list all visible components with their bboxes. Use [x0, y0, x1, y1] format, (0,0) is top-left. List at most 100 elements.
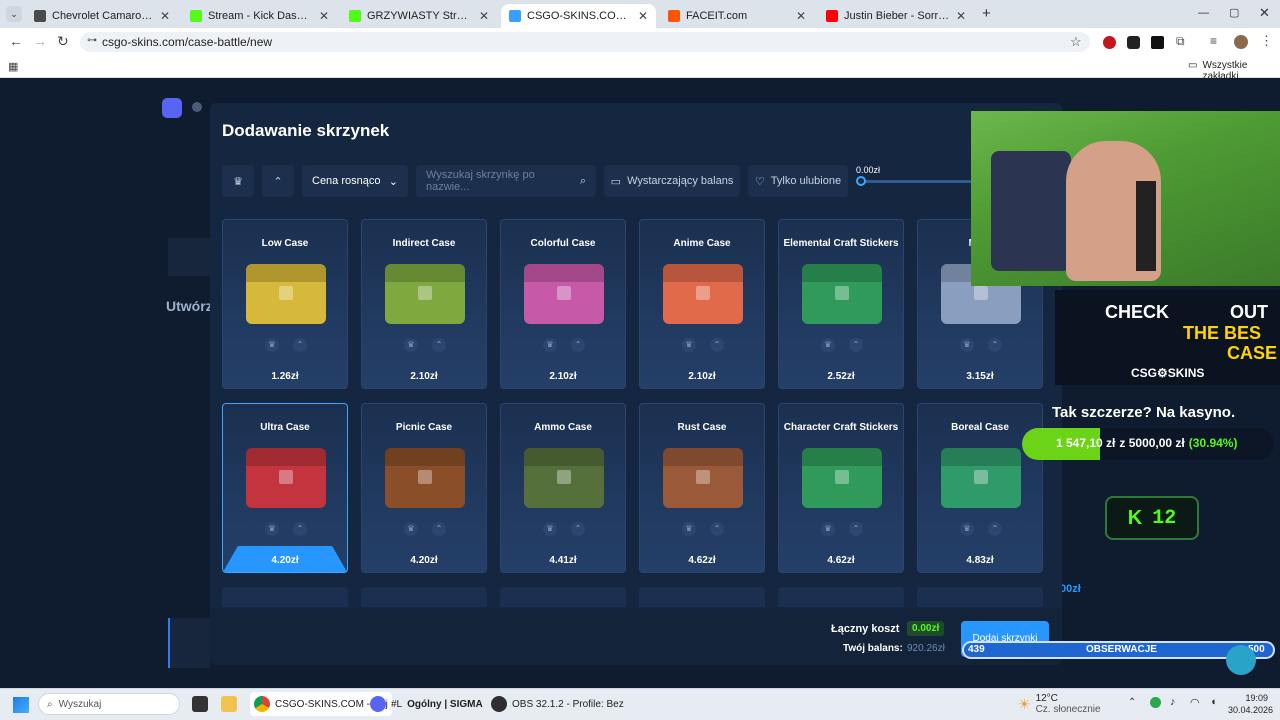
wifi-icon[interactable]: ◠ [1190, 696, 1200, 709]
browser-tab[interactable]: CSGO-SKINS.COM - Najlepsze ✕ [501, 4, 656, 28]
forward-icon[interactable]: → [33, 33, 47, 49]
discord-task-label: #L [391, 698, 403, 710]
minimize-icon[interactable]: — [1198, 7, 1209, 19]
goal-total: z 5000,00 zł [1119, 436, 1185, 450]
chevron-rank-icon: ⌃ [293, 338, 307, 352]
discord-icon[interactable] [162, 98, 182, 118]
stream-tagline: Tak szczerze? Na kasyno. [1052, 404, 1236, 421]
weather-widget[interactable]: ☀ 12°C Cz. słonecznie [1018, 692, 1101, 716]
case-card[interactable]: Elemental Craft Stickers ♛ ⌃ 2.52zł [778, 219, 904, 389]
case-price: 2.52zł [827, 371, 855, 382]
close-tab-icon[interactable]: ✕ [160, 9, 170, 23]
taskbar-obs-button[interactable]: OBS 32.1.2 - Profile: Bez [491, 692, 624, 716]
case-card[interactable]: Ultra Case ♛ ⌃ 4.20zł [222, 403, 348, 573]
case-image [385, 264, 465, 324]
obs-icon [491, 696, 507, 712]
case-card[interactable]: Rust Case ♛ ⌃ 4.62zł [639, 403, 765, 573]
url-input[interactable]: ⊶ csgo-skins.com/case-battle/new [80, 32, 1090, 52]
price-range-slider[interactable] [860, 180, 980, 183]
crown-icon: ♛ [265, 522, 279, 536]
close-window-icon[interactable]: ✕ [1259, 5, 1270, 21]
case-card-partial[interactable] [917, 587, 1043, 607]
browser-menu-icon[interactable]: ⋮ [1260, 33, 1273, 49]
bookmark-star-icon[interactable]: ☆ [1070, 34, 1082, 50]
case-name: Indirect Case [392, 238, 456, 249]
case-name: Colorful Case [530, 238, 596, 249]
task-view-button[interactable] [192, 692, 208, 716]
tab-search-icon[interactable]: ⌄ [6, 6, 22, 22]
close-tab-icon[interactable]: ✕ [796, 9, 806, 23]
close-tab-icon[interactable]: ✕ [638, 9, 648, 23]
case-price: 4.83zł [966, 555, 994, 566]
taskbar-search-input[interactable]: ⌕ Wyszukaj [38, 693, 180, 715]
browser-tab[interactable]: Stream - Kick Dashboard ✕ [182, 4, 337, 28]
case-card[interactable]: Colorful Case ♛ ⌃ 2.10zł [500, 219, 626, 389]
total-cost-label: Łączny koszt [831, 623, 900, 635]
extensions-puzzle-icon[interactable]: ⧉ [1176, 34, 1185, 49]
case-price: 4.62zł [688, 555, 716, 566]
rank-filter-button[interactable]: ⌃ [262, 165, 294, 197]
price-range-handle[interactable] [856, 176, 866, 186]
case-card[interactable]: Low Case ♛ ⌃ 1.26zł [222, 219, 348, 389]
browser-tab[interactable]: Chevrolet Camaro - Samochod ✕ [26, 4, 178, 28]
chevron-rank-icon: ⌃ [988, 522, 1002, 536]
case-card-partial[interactable] [222, 587, 348, 607]
promo-brand: CSG⚙SKINS [1131, 366, 1205, 380]
extension-icon[interactable] [1151, 36, 1164, 49]
tray-app-icon[interactable] [1150, 697, 1161, 708]
back-icon[interactable]: ← [9, 33, 23, 49]
new-tab-icon[interactable]: + [982, 5, 991, 22]
volume-icon[interactable]: ◖ [1210, 696, 1217, 708]
case-card-partial[interactable] [778, 587, 904, 607]
tab-title: Justin Bieber - Sorry (PURP [844, 10, 950, 22]
microphone-icon[interactable]: ♪ [1170, 696, 1176, 708]
case-card[interactable]: Ammo Case ♛ ⌃ 4.41zł [500, 403, 626, 573]
clock[interactable]: 19:09 30.04.2026 [1228, 692, 1273, 716]
case-card-partial[interactable] [361, 587, 487, 607]
crown-icon: ♛ [404, 522, 418, 536]
case-card-partial[interactable] [500, 587, 626, 607]
section-heading: Utwórz [166, 298, 213, 314]
case-card-partial[interactable] [639, 587, 765, 607]
chevron-rank-icon: ⌃ [710, 338, 724, 352]
browser-tab[interactable]: GRZYWIASTY Stream - Watch L ✕ [341, 4, 497, 28]
case-card[interactable]: Anime Case ♛ ⌃ 2.10zł [639, 219, 765, 389]
close-tab-icon[interactable]: ✕ [479, 9, 489, 23]
sufficient-balance-toggle[interactable]: ▭ Wystarczający balans [604, 165, 740, 197]
apps-grid-icon[interactable]: ▦ [8, 60, 18, 73]
media-control-icon[interactable]: ≡ [1210, 34, 1217, 48]
facebook-icon[interactable] [192, 102, 202, 112]
tab-title: Chevrolet Camaro - Samochod [52, 10, 154, 22]
extension-icon[interactable] [1127, 36, 1140, 49]
crown-filter-button[interactable]: ♛ [222, 165, 254, 197]
close-tab-icon[interactable]: ✕ [319, 9, 329, 23]
extension-icon[interactable] [1103, 36, 1116, 49]
goal-percent: (30.94%) [1188, 436, 1238, 450]
kick-counter: K 12 [1105, 496, 1199, 540]
browser-tab[interactable]: Justin Bieber - Sorry (PURP ✕ [818, 4, 974, 28]
chat-bubble-button[interactable] [1226, 645, 1256, 675]
close-tab-icon[interactable]: ✕ [956, 9, 966, 23]
tab-title: GRZYWIASTY Stream - Watch L [367, 10, 473, 22]
promo-line: CHECK [1105, 302, 1170, 322]
maximize-icon[interactable]: ▢ [1229, 6, 1239, 19]
windows-start-icon[interactable] [13, 697, 29, 713]
case-card[interactable]: Character Craft Stickers ♛ ⌃ 4.62zł [778, 403, 904, 573]
discord-icon [370, 696, 386, 712]
tray-chevron-icon[interactable]: ⌃ [1128, 697, 1136, 708]
favorites-only-toggle[interactable]: ♡ Tylko ulubione [748, 165, 848, 197]
reload-icon[interactable]: ↻ [57, 33, 69, 50]
site-info-icon[interactable]: ⊶ [87, 35, 97, 46]
browser-tab[interactable]: FACEIT.com ✕ [660, 4, 814, 28]
case-card[interactable]: Picnic Case ♛ ⌃ 4.20zł [361, 403, 487, 573]
case-name: Rust Case [677, 422, 727, 433]
sort-select[interactable]: Cena rosnąco ⌄ [302, 165, 408, 197]
case-image [246, 448, 326, 508]
profile-avatar[interactable] [1234, 35, 1248, 49]
case-image [246, 264, 326, 324]
taskbar-discord-button[interactable]: #L Ogólny | SIGMA [370, 692, 483, 716]
case-card[interactable]: Indirect Case ♛ ⌃ 2.10zł [361, 219, 487, 389]
case-search-input[interactable]: Wyszukaj skrzynkę po nazwie... ⌕ [416, 165, 596, 197]
file-explorer-button[interactable] [221, 692, 237, 716]
modal-title: Dodawanie skrzynek [222, 121, 390, 140]
